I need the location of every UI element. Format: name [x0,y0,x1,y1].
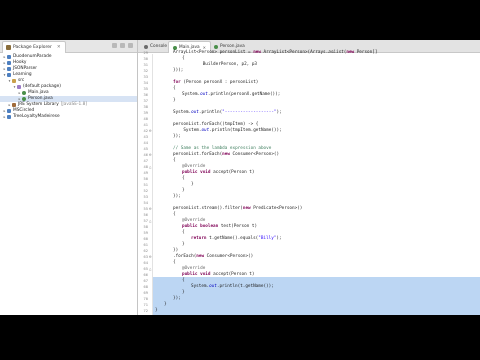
console-icon [144,44,148,49]
project-tree: ▸ DuodenumParade ▸ Hooky ▸ JSONParser ▾ Learnin… [0,53,137,120]
code-text: } [155,308,158,313]
tab-package-explorer[interactable]: Package Explorer ✕ [2,41,66,53]
explorer-toolbar [112,43,133,48]
letterbox-bottom [0,315,480,360]
package-icon [6,45,11,50]
letterbox-top [0,0,480,40]
collapse-all-icon[interactable] [112,43,117,48]
java-icon [22,91,26,95]
code-line: 72} [138,308,480,314]
java-file-icon [214,44,218,49]
proj-icon [7,109,11,113]
view-menu-icon[interactable] [128,43,133,48]
tab-label: Console [150,44,168,49]
proj-icon [7,55,11,59]
close-icon[interactable]: ✕ [57,45,61,50]
tree-item-label: TreeLoyaltyMadeirese [13,114,60,119]
code-editor[interactable]: 29 ArrayList<Person> personList = new Arr… [138,50,480,315]
eclipse-window: Package Explorer ✕ ▸ DuodenumParade ▸ Hooky… [0,40,480,315]
proj-icon [7,61,11,65]
package-explorer-title: Package Explorer [13,45,52,50]
line-number: 72 [143,309,148,313]
editor-area: Console Main.java ✕ Person.java 29 ArrayList… [138,40,480,315]
proj-icon [7,73,11,77]
tab-label: Person.java [220,44,245,49]
proj-icon [7,67,11,71]
package-explorer: Package Explorer ✕ ▸ DuodenumParade ▸ Hooky… [0,40,138,315]
link-editor-icon[interactable] [120,43,125,48]
proj-icon [7,115,11,119]
pkg-icon [17,85,21,89]
tree-item[interactable]: ▸ TreeLoyaltyMadeirese [0,114,137,120]
lib-icon [12,103,16,107]
java-file-icon [173,45,177,50]
package-explorer-tabbar: Package Explorer ✕ [0,40,137,53]
java-icon [22,97,26,101]
src-icon [12,79,16,83]
